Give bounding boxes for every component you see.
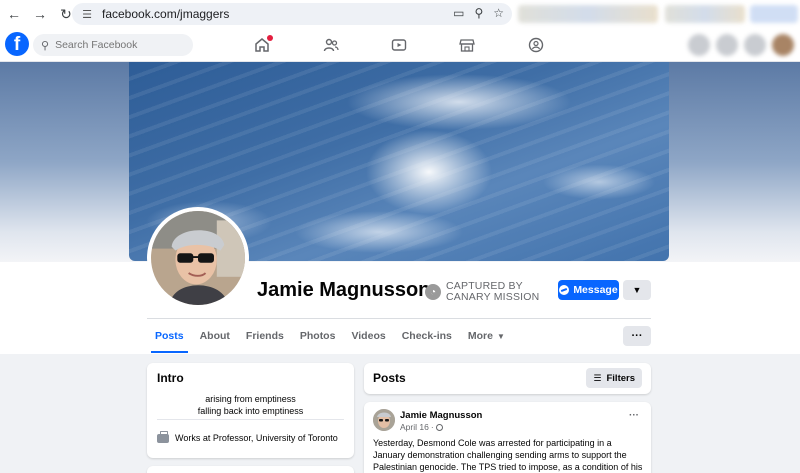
tab-label: Videos <box>351 330 386 342</box>
tab-label: More <box>467 330 493 342</box>
profile-name: Jamie Magnusson <box>257 279 431 301</box>
captured-line-2: CANARY MISSION <box>446 291 540 303</box>
account-avatar[interactable] <box>772 34 794 56</box>
browser-toolbar: ← → ↻ ☰ facebook.com/jmaggers ▭ ⚲ ☆ <box>0 0 800 28</box>
tab-posts[interactable]: Posts <box>147 319 192 353</box>
message-button[interactable]: Message <box>558 280 619 300</box>
post-date[interactable]: April 16 <box>400 422 429 432</box>
tab-friends[interactable]: Friends <box>238 319 292 353</box>
profile-chip[interactable] <box>750 5 798 23</box>
work-text[interactable]: Works at Professor, University of Toront… <box>175 433 338 443</box>
notifications-icon[interactable] <box>744 34 766 56</box>
post-card: Jamie Magnusson April 16 · ··· Yesterday… <box>364 402 651 473</box>
post-options-icon[interactable]: ··· <box>629 410 639 421</box>
extensions-area[interactable] <box>518 5 658 23</box>
friends-icon[interactable] <box>320 34 342 56</box>
video-icon[interactable] <box>388 34 410 56</box>
notification-dot <box>267 35 273 41</box>
intro-card: Intro arising from emptiness falling bac… <box>147 363 354 458</box>
meta-separator: · <box>430 422 434 432</box>
bookmark-star-icon[interactable]: ☆ <box>493 6 504 20</box>
facebook-logo[interactable]: f <box>5 32 29 56</box>
more-dots-icon: ··· <box>631 330 643 342</box>
message-label: Message <box>573 284 618 296</box>
menu-icon[interactable] <box>688 34 710 56</box>
search-input[interactable] <box>55 39 176 51</box>
search-icon: ⚲ <box>41 39 50 52</box>
tab-label: Photos <box>299 330 336 342</box>
forward-arrow-icon[interactable]: → <box>28 2 52 26</box>
post-author-avatar[interactable] <box>373 409 395 431</box>
back-arrow-icon[interactable]: ← <box>2 2 26 26</box>
profile-more-button[interactable]: ▼ <box>623 280 651 300</box>
briefcase-icon <box>157 430 169 443</box>
tab-videos[interactable]: Videos <box>343 319 393 353</box>
post-text: Yesterday, Desmond Cole was arrested for… <box>373 438 643 472</box>
messenger-icon[interactable] <box>716 34 738 56</box>
intro-title: Intro <box>157 371 184 385</box>
marketplace-icon[interactable] <box>456 34 478 56</box>
post-author-name[interactable]: Jamie Magnusson <box>400 410 482 421</box>
tab-label: Check-ins <box>401 330 452 342</box>
tab-label: Posts <box>155 330 184 342</box>
address-actions: ▭ ⚲ ☆ <box>453 6 504 20</box>
bio-line: arising from emptiness <box>205 394 296 404</box>
bio-line: falling back into emptiness <box>197 406 304 416</box>
profile-picture[interactable] <box>147 207 249 309</box>
tab-about[interactable]: About <box>192 319 238 353</box>
intro-divider <box>157 419 344 420</box>
facebook-logo-glyph: f <box>13 34 21 55</box>
canary-mission-icon: ◔ <box>425 284 441 300</box>
messenger-icon <box>559 285 570 295</box>
tabs-overflow-button[interactable]: ··· <box>623 326 651 346</box>
caret-down-icon: ▼ <box>496 331 505 341</box>
site-info-icon[interactable]: ☰ <box>80 7 94 21</box>
facebook-header: f ⚲ <box>0 28 800 62</box>
install-app-icon[interactable]: ▭ <box>453 6 464 20</box>
filters-label: Filters <box>606 372 635 384</box>
chevron-down-icon: ▼ <box>632 285 642 295</box>
intro-work-item: Works at Professor, University of Toront… <box>157 430 338 443</box>
address-bar[interactable]: ☰ facebook.com/jmaggers ▭ ⚲ ☆ <box>72 3 512 25</box>
filters-button[interactable]: ☰ Filters <box>586 368 642 388</box>
address-url[interactable]: facebook.com/jmaggers <box>102 7 229 21</box>
tab-more[interactable]: More ▼ <box>460 319 513 353</box>
profile-tabs: Posts About Friends Photos Videos Check-… <box>147 319 513 353</box>
post-meta: April 16 · <box>400 422 443 432</box>
groups-icon[interactable] <box>525 34 547 56</box>
tab-label: Friends <box>245 330 284 342</box>
search-box[interactable]: ⚲ <box>33 34 193 56</box>
posts-title: Posts <box>373 371 406 385</box>
next-card-peek <box>147 466 354 473</box>
globe-icon <box>435 423 443 431</box>
extensions-area-2[interactable] <box>665 5 745 23</box>
zoom-icon[interactable]: ⚲ <box>474 6 483 20</box>
home-icon[interactable] <box>251 34 273 56</box>
filter-sliders-icon: ☰ <box>593 372 602 383</box>
tab-label: About <box>199 330 230 342</box>
captured-text: CAPTURED BY CANARY MISSION <box>446 281 539 303</box>
captured-badge: ◔ CAPTURED BY CANARY MISSION <box>425 281 539 303</box>
posts-header-card: Posts ☰ Filters <box>364 363 651 394</box>
tab-check-ins[interactable]: Check-ins <box>394 319 460 353</box>
tab-photos[interactable]: Photos <box>292 319 344 353</box>
